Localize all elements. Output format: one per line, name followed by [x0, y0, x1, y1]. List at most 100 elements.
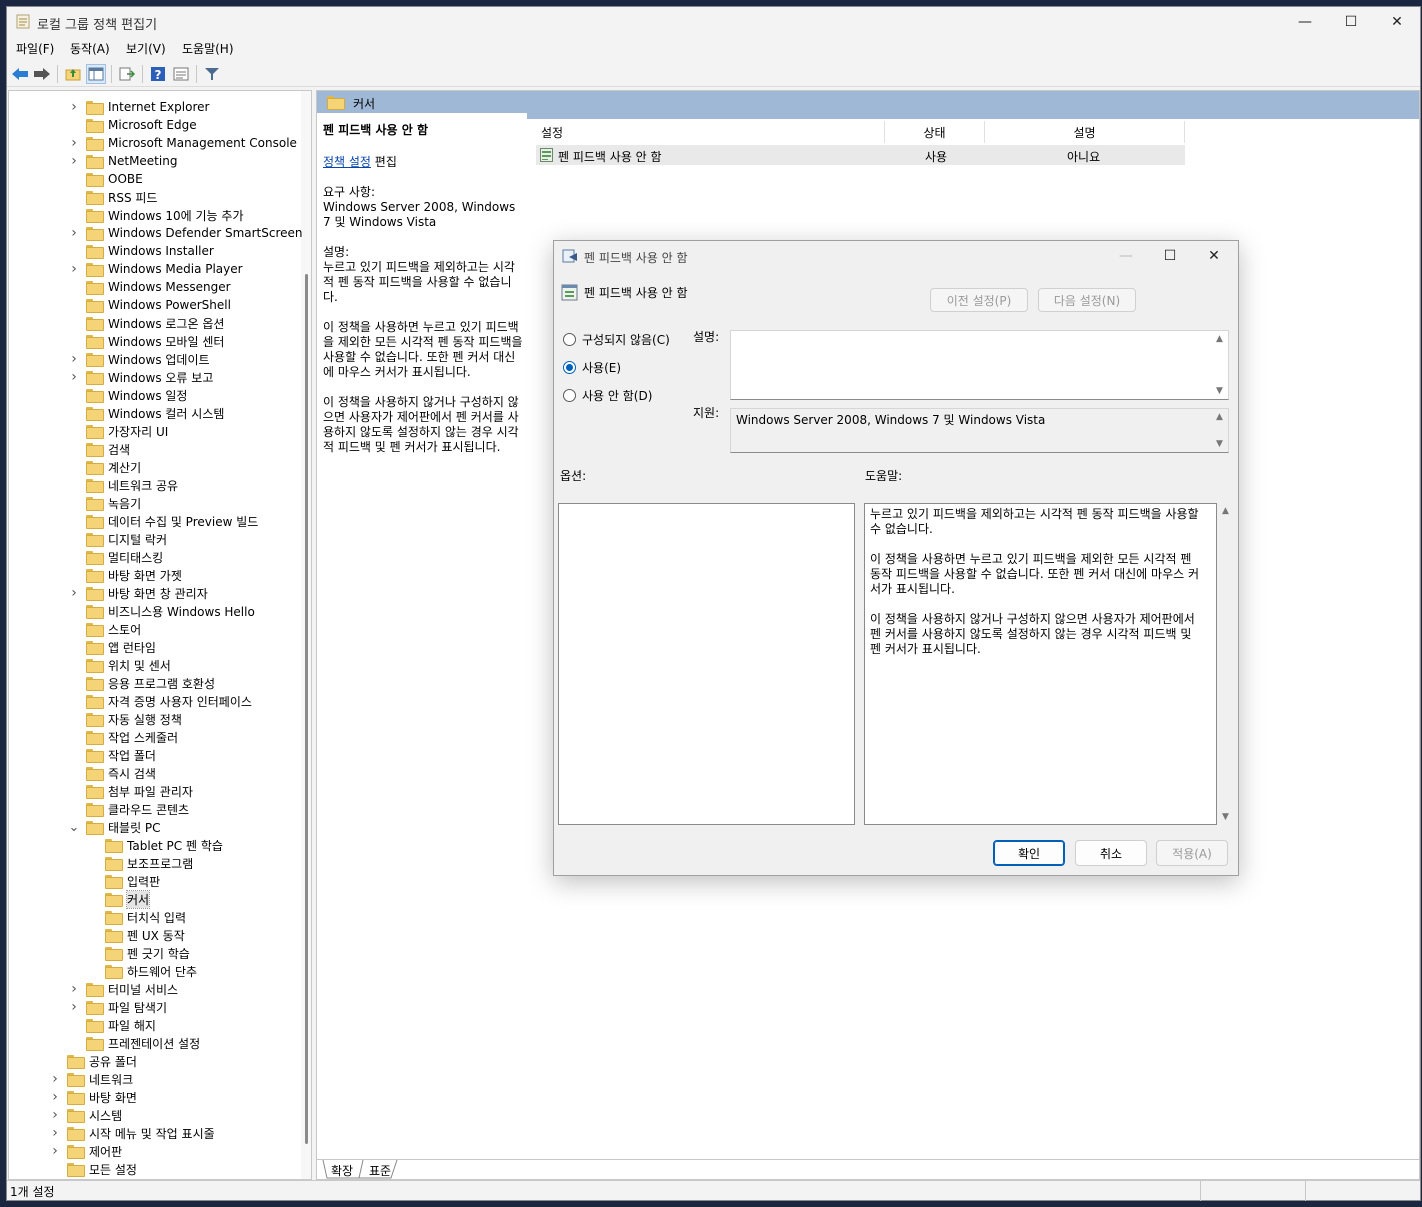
help-icon[interactable]: ?	[148, 64, 168, 84]
tree-item[interactable]: 자동 실행 정책	[68, 710, 182, 728]
apply-button[interactable]: 적용(A)	[1156, 840, 1228, 866]
tree-item[interactable]: 계산기	[68, 458, 141, 476]
tree-item[interactable]: › 네트워크	[49, 1070, 133, 1088]
tree-item[interactable]: Tablet PC 펜 학습	[87, 836, 223, 854]
column-header-comment[interactable]: 설명	[985, 121, 1185, 143]
expand-chevron-icon[interactable]: ›	[68, 225, 80, 241]
tree-item[interactable]: OOBE	[68, 170, 143, 188]
expand-chevron-icon[interactable]: ›	[68, 999, 80, 1015]
expand-chevron-icon[interactable]: ›	[49, 1107, 61, 1123]
tree-item[interactable]: › Microsoft Management Console	[68, 134, 297, 152]
tree-item[interactable]: 파일 해지	[68, 1016, 156, 1034]
back-icon[interactable]	[10, 64, 30, 84]
tree-item[interactable]: Windows PowerShell	[68, 296, 231, 314]
menu-file[interactable]: 파일(F)	[16, 40, 54, 57]
tree-item[interactable]: › 터미널 서비스	[68, 980, 178, 998]
maximize-button[interactable]: ☐	[1328, 7, 1374, 37]
tree-item[interactable]: 자격 증명 사용자 인터페이스	[68, 692, 252, 710]
help-scrollbar[interactable]: ▲ ▼	[1220, 503, 1234, 825]
tree-item[interactable]: › 바탕 화면 창 관리자	[68, 584, 208, 602]
tree-item[interactable]: 데이터 수집 및 Preview 빌드	[68, 512, 258, 530]
radio-enabled[interactable]: 사용(E)	[563, 358, 621, 376]
tree-item[interactable]: 작업 스케줄러	[68, 728, 178, 746]
forward-icon[interactable]	[32, 64, 52, 84]
column-header-state[interactable]: 상태	[885, 121, 985, 143]
tab-standard[interactable]: 표준	[369, 1162, 391, 1179]
tree-item[interactable]: ⌄ 태블릿 PC	[68, 818, 161, 836]
radio-disabled[interactable]: 사용 안 함(D)	[563, 386, 652, 404]
show-hide-tree-icon[interactable]	[86, 64, 106, 84]
tree-item[interactable]: 하드웨어 단추	[87, 962, 197, 980]
menu-help[interactable]: 도움말(H)	[182, 40, 234, 57]
expand-chevron-icon[interactable]: ›	[68, 369, 80, 385]
scroll-down-icon[interactable]: ▼	[1222, 812, 1229, 822]
tree-scrollbar[interactable]	[301, 91, 311, 1179]
expand-chevron-icon[interactable]: ›	[49, 1125, 61, 1141]
close-button[interactable]: ✕	[1374, 7, 1420, 37]
tree-item[interactable]: Windows 일정	[68, 386, 187, 404]
menu-action[interactable]: 동작(A)	[70, 40, 110, 57]
tree-item[interactable]: 녹음기	[68, 494, 141, 512]
radio-not-configured-circle[interactable]	[563, 332, 576, 346]
expand-chevron-icon[interactable]: ›	[49, 1143, 61, 1159]
tree-item[interactable]: › 시스템	[49, 1106, 122, 1124]
tree-item[interactable]: RSS 피드	[68, 188, 157, 206]
expand-chevron-icon[interactable]: ›	[49, 1089, 61, 1105]
tree-item[interactable]: 프레젠테이션 설정	[68, 1034, 200, 1052]
tree-item[interactable]: › 바탕 화면	[49, 1088, 137, 1106]
tree-item[interactable]: 멀티태스킹	[68, 548, 163, 566]
minimize-button[interactable]: —	[1282, 7, 1328, 37]
tree-item[interactable]: Windows Installer	[68, 242, 214, 260]
tree-item[interactable]: 디지털 락커	[68, 530, 167, 548]
tree-item[interactable]: › Windows 오류 보고	[68, 368, 213, 386]
tree-item[interactable]: 펜 긋기 학습	[87, 944, 190, 962]
ok-button[interactable]: 확인	[993, 840, 1065, 866]
column-header-setting[interactable]: 설정	[527, 121, 885, 143]
next-setting-button[interactable]: 다음 설정(N)	[1038, 288, 1136, 312]
menu-view[interactable]: 보기(V)	[126, 40, 166, 57]
tree-item[interactable]: Windows 모바일 센터	[68, 332, 224, 350]
dialog-close-button[interactable]: ✕	[1192, 243, 1236, 269]
tree-item[interactable]: 스토어	[68, 620, 141, 638]
tree-item[interactable]: › Windows Media Player	[68, 260, 243, 278]
tree-item[interactable]: Windows 컬러 시스템	[68, 404, 224, 422]
expand-chevron-icon[interactable]: ›	[68, 585, 80, 601]
tree-item[interactable]: 검색	[68, 440, 130, 458]
expand-chevron-icon[interactable]: ›	[68, 981, 80, 997]
tree-item[interactable]: › Windows Defender SmartScreen	[68, 224, 303, 242]
filter-icon[interactable]	[202, 64, 222, 84]
tree-item[interactable]: 즉시 검색	[68, 764, 156, 782]
tree-item[interactable]: › 파일 탐색기	[68, 998, 167, 1016]
comment-textarea[interactable]: ▲ ▼	[730, 330, 1229, 400]
expand-chevron-icon[interactable]: ›	[68, 261, 80, 277]
tree-item[interactable]: › Internet Explorer	[68, 98, 209, 116]
tree-item[interactable]: › 제어판	[49, 1142, 122, 1160]
tree-item[interactable]: › 시작 메뉴 및 작업 표시줄	[49, 1124, 215, 1142]
tree-item[interactable]: Windows 10에 기능 추가	[68, 206, 243, 224]
tree-item[interactable]: 첨부 파일 관리자	[68, 782, 193, 800]
dialog-minimize-button[interactable]: —	[1104, 243, 1148, 269]
tree-item[interactable]: Windows Messenger	[68, 278, 231, 296]
tree-item[interactable]: Microsoft Edge	[68, 116, 197, 134]
expand-chevron-icon[interactable]: ›	[68, 351, 80, 367]
tree-item[interactable]: 작업 폴더	[68, 746, 156, 764]
tree-item[interactable]: › NetMeeting	[68, 152, 177, 170]
properties-icon[interactable]	[171, 64, 191, 84]
expand-chevron-icon[interactable]: ›	[68, 153, 80, 169]
table-row[interactable]: 펜 피드백 사용 안 함 사용 아니요	[536, 145, 1185, 165]
tree-item[interactable]: 커서	[87, 889, 151, 909]
export-list-icon[interactable]	[117, 64, 137, 84]
tab-extended[interactable]: 확장	[331, 1162, 353, 1179]
tree-item[interactable]: 공유 폴더	[49, 1052, 137, 1070]
tree-item[interactable]: Windows 로그온 옵션	[68, 314, 224, 332]
tree-item[interactable]: 터치식 입력	[87, 908, 186, 926]
expand-chevron-icon[interactable]: ›	[49, 1071, 61, 1087]
tree-item[interactable]: 클라우드 콘텐츠	[68, 800, 189, 818]
collapse-chevron-icon[interactable]: ⌄	[68, 820, 80, 835]
tree-item[interactable]: 응용 프로그램 호환성	[68, 674, 215, 692]
tree-item[interactable]: 가장자리 UI	[68, 422, 168, 440]
edit-policy-link[interactable]: 정책 설정	[323, 155, 371, 169]
tree-item[interactable]: 입력판	[87, 872, 160, 890]
tree-item[interactable]: 위치 및 센서	[68, 656, 171, 674]
up-folder-icon[interactable]	[63, 64, 83, 84]
